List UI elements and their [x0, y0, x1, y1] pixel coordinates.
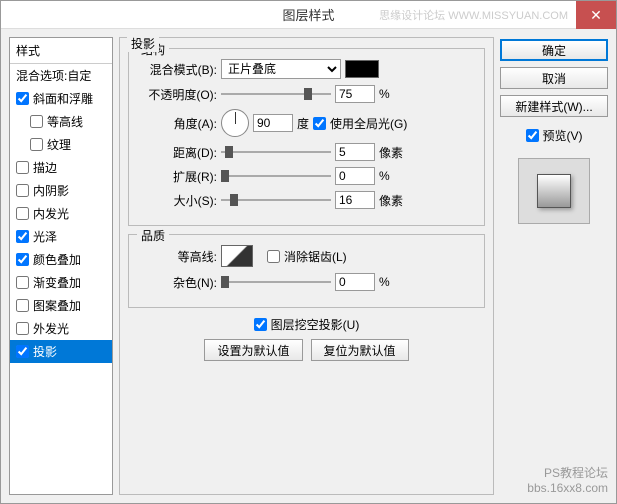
style-item-label: 斜面和浮雕 [33, 90, 93, 107]
style-item-label: 投影 [33, 343, 57, 360]
style-item[interactable]: 光泽 [10, 225, 112, 248]
style-item-label: 颜色叠加 [33, 251, 81, 268]
style-item[interactable]: 纹理 [10, 133, 112, 156]
watermark-bottom: PS教程论坛 bbs.16xx8.com [527, 464, 608, 495]
cancel-button[interactable]: 取消 [500, 67, 608, 89]
noise-input[interactable] [335, 273, 375, 291]
style-item-checkbox[interactable] [16, 345, 29, 358]
preview-checkbox[interactable] [526, 129, 539, 142]
style-item-checkbox[interactable] [16, 276, 29, 289]
style-item-label: 内发光 [33, 205, 69, 222]
preview-swatch [537, 174, 571, 208]
style-item-checkbox[interactable] [16, 253, 29, 266]
style-item-checkbox[interactable] [16, 184, 29, 197]
close-button[interactable]: ✕ [576, 1, 616, 29]
style-item-checkbox[interactable] [30, 115, 43, 128]
size-input[interactable] [335, 191, 375, 209]
reset-default-button[interactable]: 复位为默认值 [311, 339, 409, 361]
quality-fieldset: 品质 等高线: 消除锯齿(L) 杂色(N): % [128, 234, 485, 308]
style-list-header: 样式 [10, 38, 112, 64]
style-item-checkbox[interactable] [16, 322, 29, 335]
style-item-checkbox[interactable] [16, 230, 29, 243]
contour-picker[interactable] [221, 245, 253, 267]
style-item-checkbox[interactable] [30, 138, 43, 151]
style-item[interactable]: 等高线 [10, 110, 112, 133]
style-item[interactable]: 描边 [10, 156, 112, 179]
style-item[interactable]: 外发光 [10, 317, 112, 340]
angle-dial[interactable] [221, 109, 249, 137]
structure-fieldset: 结构 混合模式(B): 正片叠底 不透明度(O): % 角度(A): [128, 48, 485, 226]
main-panel: 投影 结构 混合模式(B): 正片叠底 不透明度(O): % [119, 37, 494, 495]
shadow-color-swatch[interactable] [345, 60, 379, 78]
blend-mode-select[interactable]: 正片叠底 [221, 59, 341, 79]
style-item-checkbox[interactable] [16, 207, 29, 220]
global-light-checkbox[interactable] [313, 117, 326, 130]
effect-title: 投影 [127, 35, 159, 52]
style-item[interactable]: 内阴影 [10, 179, 112, 202]
style-item-checkbox[interactable] [16, 299, 29, 312]
new-style-button[interactable]: 新建样式(W)... [500, 95, 608, 117]
style-item-label: 渐变叠加 [33, 274, 81, 291]
noise-slider[interactable] [221, 274, 331, 290]
window-title: 图层样式 [282, 5, 334, 24]
layer-style-dialog: 图层样式 思缘设计论坛 WWW.MISSYUAN.COM ✕ 样式 混合选项:自… [0, 0, 617, 504]
style-item-label: 描边 [33, 159, 57, 176]
preview-box [518, 158, 590, 224]
watermark-top: 思缘设计论坛 WWW.MISSYUAN.COM [379, 7, 568, 23]
style-item-checkbox[interactable] [16, 92, 29, 105]
style-item-label: 内阴影 [33, 182, 69, 199]
style-item-label: 纹理 [47, 136, 71, 153]
style-item-checkbox[interactable] [16, 161, 29, 174]
knockout-checkbox[interactable] [254, 318, 267, 331]
titlebar: 图层样式 思缘设计论坛 WWW.MISSYUAN.COM ✕ [1, 1, 616, 29]
opacity-slider[interactable] [221, 86, 331, 102]
size-slider[interactable] [221, 192, 331, 208]
style-item[interactable]: 内发光 [10, 202, 112, 225]
ok-button[interactable]: 确定 [500, 39, 608, 61]
style-item-label: 光泽 [33, 228, 57, 245]
style-item[interactable]: 斜面和浮雕 [10, 87, 112, 110]
style-list: 样式 混合选项:自定 斜面和浮雕等高线纹理描边内阴影内发光光泽颜色叠加渐变叠加图… [9, 37, 113, 495]
spread-slider[interactable] [221, 168, 331, 184]
style-item[interactable]: 图案叠加 [10, 294, 112, 317]
style-item-label: 等高线 [47, 113, 83, 130]
angle-input[interactable] [253, 114, 293, 132]
spread-input[interactable] [335, 167, 375, 185]
style-item-label: 图案叠加 [33, 297, 81, 314]
style-item[interactable]: 投影 [10, 340, 112, 363]
style-item[interactable]: 颜色叠加 [10, 248, 112, 271]
button-panel: 确定 取消 新建样式(W)... 预览(V) [500, 37, 608, 495]
distance-slider[interactable] [221, 144, 331, 160]
set-default-button[interactable]: 设置为默认值 [204, 339, 302, 361]
opacity-input[interactable] [335, 85, 375, 103]
antialias-checkbox[interactable] [267, 250, 280, 263]
style-item-label: 外发光 [33, 320, 69, 337]
distance-input[interactable] [335, 143, 375, 161]
blend-options-item[interactable]: 混合选项:自定 [10, 64, 112, 87]
style-item[interactable]: 渐变叠加 [10, 271, 112, 294]
